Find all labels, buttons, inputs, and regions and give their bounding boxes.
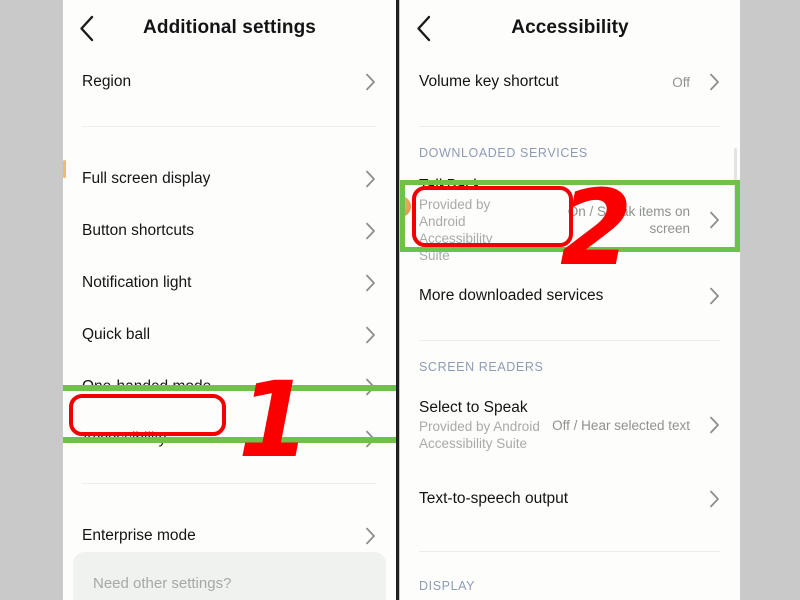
row-title: More downloaded services xyxy=(419,287,604,304)
settings-row-more-downloaded-services[interactable]: More downloaded services xyxy=(400,270,740,322)
row-title: Select to Speak xyxy=(419,399,528,416)
row-title: TalkBack xyxy=(419,177,482,194)
settings-row-notification-light[interactable]: Notification light xyxy=(63,257,396,309)
settings-row-quick-ball[interactable]: Quick ball xyxy=(63,309,396,361)
settings-row-accessibility[interactable]: Accessibility xyxy=(63,413,396,465)
row-title: Accessibility xyxy=(82,430,167,447)
right-settings-list: Volume key shortcut Off DOWNLOADED SERVI… xyxy=(400,56,740,594)
chevron-right-icon xyxy=(354,378,376,396)
row-texts: More downloaded services xyxy=(419,286,690,306)
row-value: On / Speak items on screen xyxy=(567,204,690,236)
row-title: One-handed mode xyxy=(82,378,212,395)
right-phone-screen: Accessibility Volume key shortcut Off DO… xyxy=(400,0,740,600)
chevron-right-icon xyxy=(698,211,720,229)
row-texts: Enterprise mode xyxy=(82,526,346,546)
row-texts: Region xyxy=(82,72,346,92)
section-header-downloaded-services: DOWNLOADED SERVICES xyxy=(419,146,588,160)
chevron-right-icon xyxy=(354,73,376,91)
settings-row-text-to-speech-output[interactable]: Text-to-speech output xyxy=(400,473,740,525)
row-texts: Select to Speak Provided by Android Acce… xyxy=(419,398,542,452)
settings-row-button-shortcuts[interactable]: Button shortcuts xyxy=(63,205,396,257)
left-appbar: Additional settings xyxy=(63,0,396,56)
row-texts: One-handed mode xyxy=(82,377,346,397)
row-texts: Accessibility xyxy=(82,429,346,449)
row-title: Volume key shortcut xyxy=(419,73,559,90)
row-title: Text-to-speech output xyxy=(419,490,569,507)
back-icon[interactable] xyxy=(400,15,446,42)
need-other-settings-label: Need other settings? xyxy=(93,574,232,592)
row-subtitle: Provided by Android Accessibility Suite xyxy=(419,197,493,263)
row-texts: Notification light xyxy=(82,273,346,293)
chevron-right-icon xyxy=(354,274,376,292)
row-title: Button shortcuts xyxy=(82,222,195,239)
page-title: Accessibility xyxy=(511,17,629,38)
scroll-indicator-left[interactable] xyxy=(63,160,66,178)
back-icon[interactable] xyxy=(63,15,109,42)
page-title: Additional settings xyxy=(143,17,316,38)
left-settings-list: Region Full screen display Button shortc… xyxy=(63,56,396,562)
row-texts: Text-to-speech output xyxy=(419,489,690,509)
screenshot-stage: Additional settings Region Full screen d… xyxy=(0,0,800,600)
panel-divider xyxy=(396,0,399,600)
chevron-right-icon xyxy=(698,416,720,434)
chevron-right-icon xyxy=(354,430,376,448)
row-texts: TalkBack Provided by Android Accessibili… xyxy=(419,176,515,264)
section-header-screen-readers: SCREEN READERS xyxy=(419,360,544,374)
section-header-display: DISPLAY xyxy=(419,579,476,593)
row-title: Quick ball xyxy=(82,326,151,343)
chevron-right-icon xyxy=(354,222,376,240)
settings-row-full-screen-display[interactable]: Full screen display xyxy=(63,153,396,205)
need-other-settings-card[interactable]: Need other settings? xyxy=(73,552,386,600)
chevron-right-icon xyxy=(354,326,376,344)
right-appbar: Accessibility xyxy=(400,0,740,56)
row-texts: Volume key shortcut xyxy=(419,72,662,92)
chevron-right-icon xyxy=(354,527,376,545)
chevron-right-icon xyxy=(698,73,720,91)
settings-row-select-to-speak[interactable]: Select to Speak Provided by Android Acce… xyxy=(400,389,740,461)
row-texts: Full screen display xyxy=(82,169,346,189)
chevron-right-icon xyxy=(698,287,720,305)
row-title: Notification light xyxy=(82,274,192,291)
row-texts: Button shortcuts xyxy=(82,221,346,241)
row-title: Enterprise mode xyxy=(82,527,196,544)
row-texts: Quick ball xyxy=(82,325,346,345)
settings-row-one-handed-mode[interactable]: One-handed mode xyxy=(63,361,396,413)
row-title: Region xyxy=(82,73,132,90)
settings-row-region[interactable]: Region xyxy=(63,56,396,108)
row-value: Off xyxy=(672,74,690,90)
row-subtitle: Provided by Android Accessibility Suite xyxy=(419,419,540,451)
row-value: Off / Hear selected text xyxy=(552,417,690,433)
chevron-right-icon xyxy=(698,490,720,508)
settings-row-talkback[interactable]: TalkBack Provided by Android Accessibili… xyxy=(400,176,740,264)
left-phone-screen: Additional settings Region Full screen d… xyxy=(63,0,396,600)
settings-row-volume-key-shortcut[interactable]: Volume key shortcut Off xyxy=(400,56,740,108)
row-title: Full screen display xyxy=(82,170,211,187)
chevron-right-icon xyxy=(354,170,376,188)
scrollbar-right[interactable] xyxy=(734,148,737,248)
